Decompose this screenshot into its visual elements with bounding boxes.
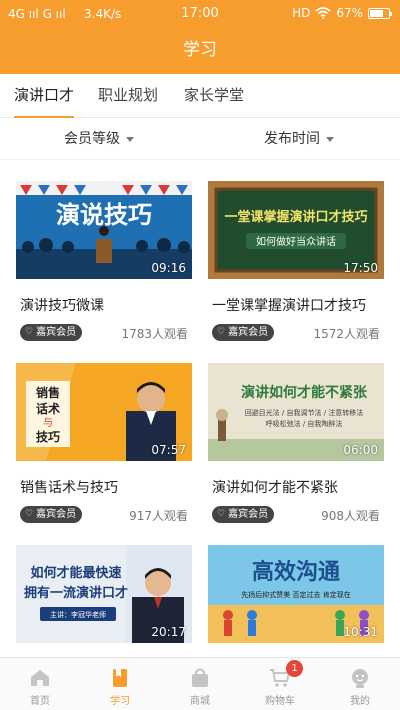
diamond-icon: ♡ [25, 509, 34, 519]
course-thumbnail: 高效沟通 先扬后抑式赞美 否定过去 肯定现在 10:31 [208, 545, 384, 643]
nav-home[interactable]: 首页 [0, 658, 80, 710]
member-badge: ♡ 嘉宾会员 [212, 324, 275, 341]
publish-time-filter[interactable]: 发布时间 [264, 118, 334, 160]
filter-label: 会员等级 [64, 131, 120, 147]
course-title: 销售话术与技巧 [20, 480, 118, 496]
video-duration: 07:57 [151, 443, 186, 457]
battery-percent: 67% [336, 6, 363, 20]
course-card[interactable]: 销售 话术 与 技巧 07:57 销售话术与技巧 ♡ 嘉宾会员 917人观看 [16, 363, 192, 533]
nav-label: 商城 [190, 696, 210, 707]
nav-label: 购物车 [265, 696, 295, 707]
profile-icon [352, 669, 368, 688]
course-thumbnail: 一堂课掌握演讲口才技巧 如何做好当众讲话 17:50 [208, 181, 384, 279]
video-duration: 06:00 [343, 443, 378, 457]
svg-text:话术: 话术 [36, 401, 60, 416]
tab-parents[interactable]: 家长学堂 [184, 74, 244, 118]
svg-text:拥有一流演讲口才: 拥有一流演讲口才 [24, 585, 128, 601]
diamond-icon: ♡ [217, 327, 226, 337]
filter-bar: 会员等级 发布时间 [0, 118, 400, 160]
hd-indicator: HD [292, 6, 311, 20]
nav-label: 学习 [110, 696, 130, 707]
member-badge: ♡ 嘉宾会员 [212, 506, 275, 523]
view-count: 908人观看 [321, 509, 380, 523]
nav-label: 我的 [350, 696, 370, 707]
nav-cart[interactable]: 1 购物车 [240, 658, 320, 710]
badge-label: 嘉宾会员 [36, 327, 77, 338]
home-icon [31, 670, 49, 686]
member-level-filter[interactable]: 会员等级 [64, 118, 134, 160]
thumbnail-text: 一堂课掌握演讲口才技巧 [224, 209, 367, 225]
nav-profile[interactable]: 我的 [320, 658, 400, 710]
bottom-nav: 首页 学习 商城 1 购物车 我的 [0, 657, 400, 710]
video-duration: 09:16 [151, 261, 186, 275]
view-count: 1572人观看 [313, 327, 380, 341]
course-card[interactable]: 一堂课掌握演讲口才技巧 如何做好当众讲话 17:50 一堂课掌握演讲口才技巧 ♡… [208, 181, 384, 351]
video-duration: 17:50 [343, 261, 378, 275]
thumbnail-text: 高效沟通 [252, 559, 340, 585]
svg-text:销售: 销售 [36, 385, 60, 400]
svg-text:先扬后抑式赞美 否定过去 肯定现在: 先扬后抑式赞美 否定过去 肯定现在 [241, 590, 350, 599]
page-title: 学习 [0, 28, 400, 74]
view-count: 1783人观看 [121, 327, 188, 341]
diamond-icon: ♡ [217, 509, 226, 519]
book-icon [113, 669, 127, 687]
svg-text:呼吸松弛法 / 自我陶醉法: 呼吸松弛法 / 自我陶醉法 [266, 419, 343, 428]
course-card[interactable]: 演说技巧 09:16 演讲技巧微课 ♡ 嘉宾会员 1783人观看 [16, 181, 192, 351]
wifi-icon [315, 7, 331, 19]
nav-label: 首页 [30, 696, 50, 707]
course-title: 演讲如何才能不紧张 [212, 480, 338, 496]
category-tabs: 演讲口才 职业规划 家长学堂 [0, 74, 400, 118]
caret-down-icon [126, 136, 134, 142]
shop-bag-icon [192, 668, 208, 687]
course-card[interactable]: 演讲如何才能不紧张 回避目光法 / 自我调节法 / 注意转移法 呼吸松弛法 / … [208, 363, 384, 533]
course-title: 一堂课掌握演讲口才技巧 [212, 298, 366, 314]
badge-label: 嘉宾会员 [36, 509, 77, 520]
course-title: 演讲技巧微课 [20, 298, 104, 314]
badge-label: 嘉宾会员 [228, 509, 269, 520]
view-count: 917人观看 [129, 509, 188, 523]
nav-learn[interactable]: 学习 [80, 658, 160, 710]
cart-count-badge: 1 [286, 660, 303, 677]
status-right: HD 67% [292, 6, 392, 20]
svg-text:与: 与 [43, 417, 53, 429]
thumbnail-text: 演说技巧 [56, 201, 152, 229]
video-duration: 20:17 [151, 625, 186, 639]
svg-text:回避目光法 / 自我调节法 / 注意转移法: 回避目光法 / 自我调节法 / 注意转移法 [245, 408, 364, 417]
course-card[interactable]: 高效沟通 先扬后抑式赞美 否定过去 肯定现在 10:31 [208, 545, 384, 643]
thumbnail-text: 演讲如何才能不紧张 [241, 384, 368, 401]
video-duration: 10:31 [343, 625, 378, 639]
filter-label: 发布时间 [264, 131, 320, 147]
course-card[interactable]: 如何才能最快速 拥有一流演讲口才 主讲：李冠华老师 20:17 [16, 545, 192, 643]
member-badge: ♡ 嘉宾会员 [20, 324, 83, 341]
thumbnail-subtext: 如何做好当众讲话 [256, 235, 336, 248]
badge-label: 嘉宾会员 [228, 327, 269, 338]
course-thumbnail: 如何才能最快速 拥有一流演讲口才 主讲：李冠华老师 20:17 [16, 545, 192, 643]
course-thumbnail: 销售 话术 与 技巧 07:57 [16, 363, 192, 461]
diamond-icon: ♡ [25, 327, 34, 337]
course-thumbnail: 演讲如何才能不紧张 回避目光法 / 自我调节法 / 注意转移法 呼吸松弛法 / … [208, 363, 384, 461]
svg-text:技巧: 技巧 [36, 429, 60, 444]
status-bar: 4G ııl G ııl 3.4K/s 17:00 HD 67% [0, 0, 400, 28]
thumbnail-subtext: 主讲：李冠华老师 [50, 610, 106, 619]
caret-down-icon [326, 136, 334, 142]
course-grid: 演说技巧 09:16 演讲技巧微课 ♡ 嘉宾会员 1783人观看 一堂课掌握演讲口… [0, 160, 400, 657]
battery-icon [368, 7, 392, 19]
svg-text:如何才能最快速: 如何才能最快速 [30, 565, 121, 581]
tab-speech[interactable]: 演讲口才 [14, 74, 75, 118]
tab-career[interactable]: 职业规划 [98, 74, 158, 118]
course-thumbnail: 演说技巧 09:16 [16, 181, 192, 279]
member-badge: ♡ 嘉宾会员 [20, 506, 83, 523]
nav-shop[interactable]: 商城 [160, 658, 240, 710]
